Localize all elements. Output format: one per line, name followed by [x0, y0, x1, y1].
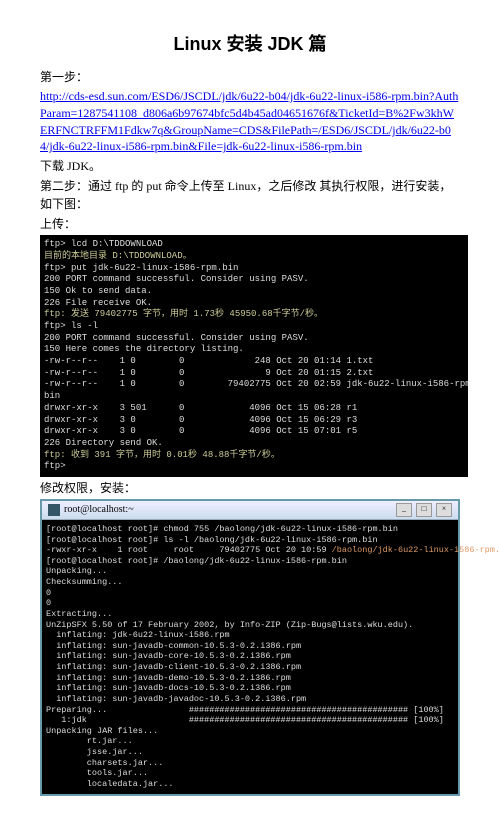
line: inflating: sun-javadb-client-10.5.3-0.2.…	[46, 662, 301, 672]
line: Unpacking...	[46, 566, 107, 576]
line: [root@localhost root]# chmod 755 /baolon…	[46, 524, 398, 534]
line: -rw-r--r-- 1 0 0 248 Oct 20 01:14 1.txt	[44, 356, 373, 366]
line: Preparing... ###########################…	[46, 705, 444, 715]
line: inflating: jdk-6u22-linux-i586.rpm	[46, 630, 230, 640]
line: drwxr-xr-x 3 0 0 4096 Oct 15 06:29 r3	[44, 415, 357, 425]
line: inflating: sun-javadb-core-10.5.3-0.2.i3…	[46, 651, 291, 661]
terminal-icon	[48, 504, 60, 516]
line: inflating: sun-javadb-demo-10.5.3-0.2.i3…	[46, 673, 291, 683]
window-title: root@localhost:~	[64, 504, 392, 515]
close-button[interactable]: ×	[436, 503, 452, 517]
line: 1:jdk ##################################…	[46, 715, 444, 725]
line: drwxr-xr-x 3 501 0 4096 Oct 15 06:28 r1	[44, 403, 357, 413]
line: UnZipSFX 5.50 of 17 February 2002, by In…	[46, 620, 413, 630]
ftp-terminal: ftp> lcd D:\TDDOWNLOAD 目前的本地目录 D:\TDDOWN…	[40, 235, 468, 477]
line: jsse.jar...	[46, 747, 143, 757]
line: Extracting...	[46, 609, 112, 619]
line: 0	[46, 588, 51, 598]
maximize-button[interactable]: □	[416, 503, 432, 517]
line: bin	[44, 391, 60, 401]
download-label: 下载 JDK。	[40, 157, 460, 175]
line: 200 PORT command successful. Consider us…	[44, 333, 309, 343]
upload-label: 上传：	[40, 215, 460, 233]
line: [root@localhost root]# /baolong/jdk-6u22…	[46, 556, 347, 566]
line: 226 File receive OK.	[44, 298, 152, 308]
line: inflating: sun-javadb-docs-10.5.3-0.2.i3…	[46, 683, 291, 693]
line: -rw-r--r-- 1 0 0 79402775 Oct 20 02:59 j…	[44, 379, 468, 389]
line: Unpacking JAR files...	[46, 726, 158, 736]
line: -rw-r--r-- 1 0 0 9 Oct 20 01:15 2.txt	[44, 368, 373, 378]
line: charsets.jar...	[46, 758, 163, 768]
line: 目前的本地目录 D:\TDDOWNLOAD。	[44, 251, 192, 261]
line: rt.jar...	[46, 736, 133, 746]
line: drwxr-xr-x 3 0 0 4096 Oct 15 07:01 r5	[44, 426, 357, 436]
line: inflating: sun-javadb-javadoc-10.5.3-0.2…	[46, 694, 306, 704]
line: ftp> put jdk-6u22-linux-i586-rpm.bin	[44, 263, 238, 273]
line: ftp: 收到 391 字节，用时 0.01秒 48.88千字节/秒。	[44, 450, 280, 460]
line: 150 Ok to send data.	[44, 286, 152, 296]
install-terminal: [root@localhost root]# chmod 755 /baolon…	[42, 520, 458, 794]
line: ftp> ls -l	[44, 321, 98, 331]
line: 150 Here comes the directory listing.	[44, 344, 244, 354]
line: Checksumming...	[46, 577, 123, 587]
line: ftp: 发送 79402775 字节，用时 1.73秒 45950.68千字节…	[44, 309, 323, 319]
line: 0	[46, 598, 51, 608]
line: inflating: sun-javadb-common-10.5.3-0.2.…	[46, 641, 301, 651]
line: [root@localhost root]# ls -l /baolong/jd…	[46, 535, 378, 545]
line: 200 PORT command successful. Consider us…	[44, 274, 309, 284]
line: tools.jar...	[46, 768, 148, 778]
install-terminal-window: root@localhost:~ _ □ × [root@localhost r…	[40, 499, 460, 796]
page-title: Linux 安装 JDK 篇	[40, 30, 460, 56]
window-titlebar: root@localhost:~ _ □ ×	[42, 501, 458, 520]
minimize-button[interactable]: _	[396, 503, 412, 517]
line: ftp>	[44, 461, 66, 471]
line: 226 Directory send OK.	[44, 438, 163, 448]
line: localedata.jar...	[46, 779, 174, 789]
modify-label: 修改权限，安装：	[40, 479, 460, 497]
step2-label: 第二步：通过 ftp 的 put 命令上传至 Linux，之后修改 其执行权限，…	[40, 177, 460, 213]
download-url[interactable]: http://cds-esd.sun.com/ESD6/JSCDL/jdk/6u…	[40, 88, 460, 155]
line: -rwxr-xr-x 1 root root 79402775 Oct 20 1…	[46, 545, 500, 555]
step1-label: 第一步：	[40, 68, 460, 86]
line: ftp> lcd D:\TDDOWNLOAD	[44, 239, 163, 249]
